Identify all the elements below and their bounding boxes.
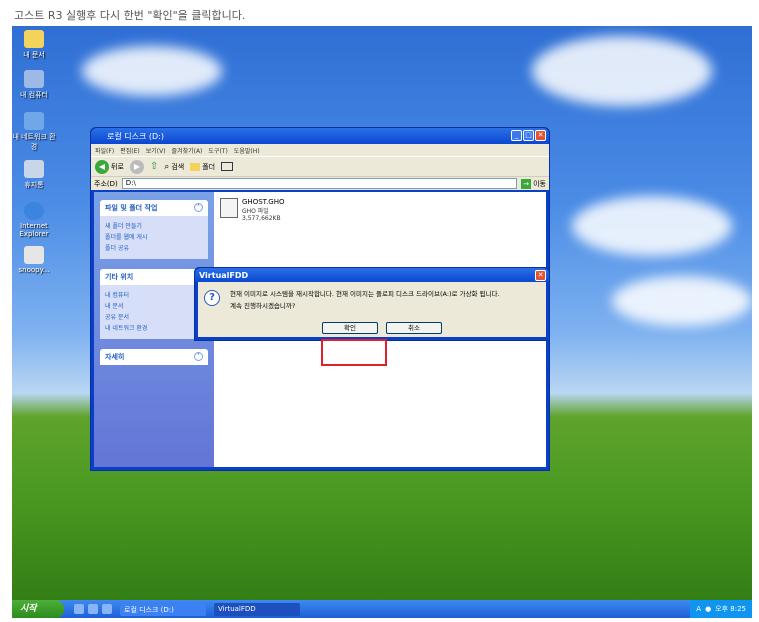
place-my-computer[interactable]: 내 컴퓨터 xyxy=(105,290,203,299)
internet-explorer-icon xyxy=(24,202,44,220)
recycle-bin-icon xyxy=(24,160,44,178)
place-network[interactable]: 내 네트워크 환경 xyxy=(105,323,203,332)
file-item[interactable]: GHOST.GHO GHO 파일 3,577,662KB xyxy=(220,198,285,222)
task-share-folder[interactable]: 폴더 공유 xyxy=(105,243,203,252)
address-bar: 주소(D) D:\ → 이동 xyxy=(91,176,549,190)
menu-tools[interactable]: 도구(T) xyxy=(208,146,227,155)
menu-file[interactable]: 파일(F) xyxy=(95,146,114,155)
dialog-title: VirtualFDD xyxy=(199,271,249,280)
tray-icon[interactable]: ● xyxy=(705,605,711,613)
go-arrow-icon: → xyxy=(521,178,532,189)
cloud xyxy=(612,276,752,326)
page-caption: 고스트 R3 실행후 다시 한번 "확인"을 클릭합니다. xyxy=(14,9,246,22)
system-tray: A ● 오후 8:25 xyxy=(690,600,752,618)
program-icon xyxy=(24,246,44,264)
task-publish-web[interactable]: 폴더를 웹에 게시 xyxy=(105,232,203,241)
taskbar: 시작 로컬 디스크 (D:) VirtualFDD A ● 오후 8:25 xyxy=(12,600,752,618)
place-my-documents[interactable]: 내 문서 xyxy=(105,301,203,310)
file-icon xyxy=(220,198,238,218)
other-places-panel: 기타 위치 ˄ 내 컴퓨터 내 문서 공유 문서 내 네트워크 환경 xyxy=(100,269,208,339)
dialog-close-button[interactable]: ✕ xyxy=(535,270,546,281)
toolbar: ◀ 뒤로 ▶ ⇧ ⌕ 검색 폴더 xyxy=(91,156,549,176)
views-button[interactable] xyxy=(221,162,234,171)
menu-edit[interactable]: 편집(E) xyxy=(120,146,140,155)
panel-header[interactable]: 파일 및 폴더 작업 ˄ xyxy=(100,200,208,216)
address-input[interactable]: D:\ xyxy=(121,178,518,189)
virtualfdd-dialog: VirtualFDD ✕ ? 현재 이미지로 시스템을 재시작합니다. 현재 이… xyxy=(194,267,550,341)
back-arrow-icon: ◀ xyxy=(95,159,109,174)
start-button[interactable]: 시작 xyxy=(12,600,64,618)
explorer-title: 로컬 디스크 (D:) xyxy=(107,132,164,141)
close-button[interactable]: ✕ xyxy=(535,130,546,141)
menu-bar: 파일(F) 편집(E) 보기(V) 즐겨찾기(A) 도구(T) 도움말(H) xyxy=(91,144,549,156)
network-icon xyxy=(24,112,44,130)
desktop-icon-my-computer[interactable]: 내 컴퓨터 xyxy=(12,70,56,100)
desktop-icon-snoopy[interactable]: snoopy... xyxy=(12,246,56,274)
up-folder-button[interactable]: ⇧ xyxy=(150,161,158,172)
go-button[interactable]: → 이동 xyxy=(521,178,546,189)
chevron-up-icon: ˄ xyxy=(194,203,203,212)
back-button[interactable]: ◀ 뒤로 xyxy=(95,159,124,174)
file-type: GHO 파일 xyxy=(242,208,269,215)
folder-icon xyxy=(190,162,201,171)
clock: 오후 8:25 xyxy=(715,605,746,613)
quick-launch-icon[interactable] xyxy=(102,604,112,614)
cloud xyxy=(532,36,712,106)
minimize-button[interactable]: _ xyxy=(511,130,522,141)
panel-header[interactable]: 자세히 ˅ xyxy=(100,349,208,365)
folder-icon xyxy=(24,30,44,48)
cancel-button[interactable]: 취소 xyxy=(386,322,442,334)
details-panel: 자세히 ˅ xyxy=(100,349,208,365)
desktop-icon-my-documents[interactable]: 내 문서 xyxy=(12,30,56,60)
ok-button[interactable]: 확인 xyxy=(322,322,378,334)
menu-favorites[interactable]: 즐겨찾기(A) xyxy=(172,146,203,155)
up-arrow-icon: ⇧ xyxy=(149,161,159,172)
address-label: 주소(D) xyxy=(94,179,118,188)
quick-launch xyxy=(74,604,112,614)
panel-header[interactable]: 기타 위치 ˄ xyxy=(100,269,208,285)
views-icon xyxy=(221,162,234,171)
explorer-titlebar[interactable]: 로컬 디스크 (D:) _ □ ✕ xyxy=(91,128,549,144)
language-indicator[interactable]: A xyxy=(696,605,701,613)
file-size: 3,577,662KB xyxy=(242,215,281,222)
quick-launch-icon[interactable] xyxy=(88,604,98,614)
file-name: GHOST.GHO xyxy=(242,198,285,206)
taskbar-item-virtualfdd[interactable]: VirtualFDD xyxy=(214,602,300,616)
dialog-titlebar[interactable]: VirtualFDD ✕ xyxy=(195,268,549,282)
desktop-icon-network[interactable]: 내 네트워크 환경 xyxy=(12,112,56,152)
search-icon: ⌕ xyxy=(164,161,170,172)
cloud xyxy=(82,46,222,96)
dialog-message: 현재 이미지로 시스템을 재시작합니다. 현재 이미지는 플로피 디스크 드라이… xyxy=(230,290,500,310)
folders-button[interactable]: 폴더 xyxy=(190,162,215,172)
chevron-down-icon: ˅ xyxy=(194,352,203,361)
desktop-icon-internet-explorer[interactable]: Internet Explorer xyxy=(12,202,56,238)
file-folder-tasks-panel: 파일 및 폴더 작업 ˄ 새 폴더 만들기 폴더를 웹에 게시 폴더 공유 xyxy=(100,200,208,259)
question-icon: ? xyxy=(204,290,220,306)
maximize-button[interactable]: □ xyxy=(523,130,534,141)
search-button[interactable]: ⌕ 검색 xyxy=(164,162,184,172)
cloud xyxy=(572,196,732,256)
taskbar-item-explorer[interactable]: 로컬 디스크 (D:) xyxy=(120,602,206,616)
menu-view[interactable]: 보기(V) xyxy=(146,146,166,155)
place-shared-documents[interactable]: 공유 문서 xyxy=(105,312,203,321)
computer-icon xyxy=(24,70,44,88)
menu-help[interactable]: 도움말(H) xyxy=(234,146,260,155)
highlight-box xyxy=(321,339,387,366)
task-new-folder[interactable]: 새 폴더 만들기 xyxy=(105,221,203,230)
desktop-icon-recycle-bin[interactable]: 휴지통 xyxy=(12,160,56,190)
forward-arrow-icon: ▶ xyxy=(129,159,144,174)
forward-button[interactable]: ▶ xyxy=(129,159,144,174)
quick-launch-icon[interactable] xyxy=(74,604,84,614)
